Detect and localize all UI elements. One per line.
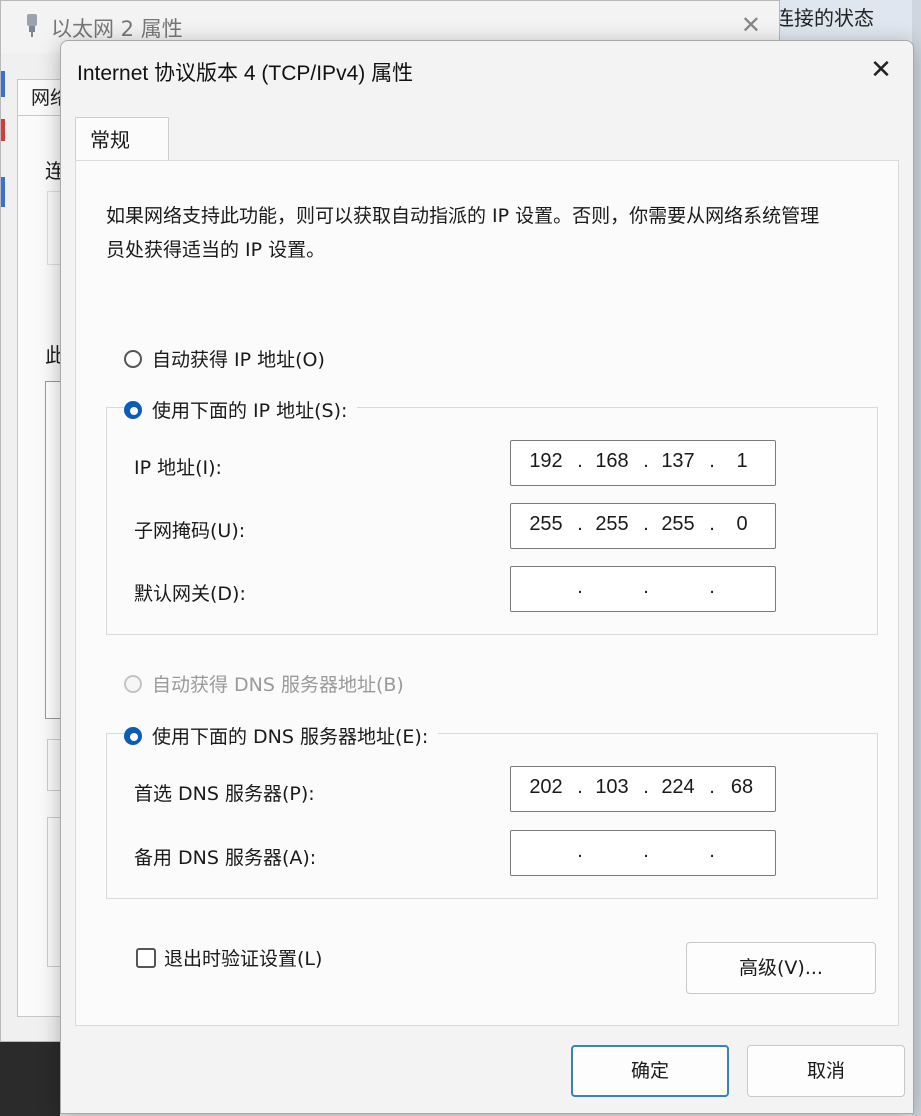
ip-octet-1[interactable]: 192: [521, 450, 571, 473]
alternate-dns-label: 备用 DNS 服务器(A):: [134, 847, 317, 869]
preferred-dns-field[interactable]: 202 . 103 . 224 . 68: [510, 766, 776, 812]
ip-octet-4[interactable]: 1: [717, 450, 767, 473]
close-icon[interactable]: ✕: [741, 11, 761, 39]
close-icon[interactable]: ✕: [863, 53, 899, 89]
octet-separator: .: [577, 840, 583, 862]
manual-dns-radio[interactable]: [124, 726, 142, 745]
default-gateway-label: 默认网关(D):: [134, 583, 246, 605]
octet-separator: .: [709, 840, 715, 862]
cancel-button[interactable]: 取消: [747, 1045, 905, 1097]
octet-separator: .: [577, 576, 583, 598]
auto-ip-label: 自动获得 IP 地址(O): [152, 349, 325, 371]
octet-separator: .: [643, 776, 649, 798]
octet-separator: .: [709, 776, 715, 798]
octet-separator: .: [709, 450, 715, 472]
tab-general[interactable]: 常规: [75, 117, 169, 161]
auto-dns-radio-option: 自动获得 DNS 服务器地址(B): [124, 670, 414, 697]
octet-separator: .: [577, 450, 583, 472]
ip-octet-3[interactable]: 137: [653, 450, 703, 473]
description-text: 如果网络支持此功能，则可以获取自动指派的 IP 设置。否则，你需要从网络系统管理…: [106, 205, 820, 261]
auto-ip-radio[interactable]: [124, 349, 142, 368]
octet-separator: .: [577, 776, 583, 798]
subnet-mask-label: 子网掩码(U):: [134, 520, 246, 542]
ip-address-label: IP 地址(I):: [134, 457, 222, 479]
auto-ip-radio-option[interactable]: 自动获得 IP 地址(O): [124, 345, 335, 372]
left-accent-blue: [1, 71, 5, 97]
general-tab-content: 如果网络支持此功能，则可以获取自动指派的 IP 设置。否则，你需要从网络系统管理…: [75, 160, 899, 1026]
manual-ip-radio-option[interactable]: 使用下面的 IP 地址(S):: [124, 396, 358, 423]
octet-separator: .: [643, 576, 649, 598]
octet-separator: .: [643, 450, 649, 472]
preferred-dns-label: 首选 DNS 服务器(P):: [134, 783, 315, 805]
default-gateway-field[interactable]: . . .: [510, 566, 776, 612]
manual-ip-radio[interactable]: [124, 400, 142, 419]
ip-address-field[interactable]: 192 . 168 . 137 . 1: [510, 440, 776, 486]
pdns-octet-4[interactable]: 68: [717, 776, 767, 799]
validate-settings-label: 退出时验证设置(L): [164, 948, 323, 970]
left-accent-blue-2: [1, 177, 5, 207]
manual-ip-label: 使用下面的 IP 地址(S):: [152, 400, 348, 422]
mask-octet-3[interactable]: 255: [653, 513, 703, 536]
pdns-octet-3[interactable]: 224: [653, 776, 703, 799]
ip-octet-2[interactable]: 168: [587, 450, 637, 473]
background-window-status-text: 连接的状态: [774, 6, 874, 30]
ok-button[interactable]: 确定: [571, 1045, 729, 1097]
validate-settings-checkbox[interactable]: [136, 947, 156, 968]
advanced-button[interactable]: 高级(V)...: [686, 942, 876, 994]
alternate-dns-field[interactable]: . . .: [510, 830, 776, 876]
mask-octet-4[interactable]: 0: [717, 513, 767, 536]
manual-dns-radio-option[interactable]: 使用下面的 DNS 服务器地址(E):: [124, 722, 439, 749]
octet-separator: .: [577, 513, 583, 535]
auto-dns-label: 自动获得 DNS 服务器地址(B): [152, 674, 404, 696]
network-adapter-icon: [27, 14, 37, 37]
dialog-title: Internet 协议版本 4 (TCP/IPv4) 属性: [77, 62, 414, 85]
manual-dns-label: 使用下面的 DNS 服务器地址(E):: [152, 726, 429, 748]
mask-octet-1[interactable]: 255: [521, 513, 571, 536]
octet-separator: .: [709, 513, 715, 535]
octet-separator: .: [709, 576, 715, 598]
octet-separator: .: [643, 840, 649, 862]
ethernet-properties-title: 以太网 2 属性: [51, 17, 183, 41]
pdns-octet-1[interactable]: 202: [521, 776, 571, 799]
pdns-octet-2[interactable]: 103: [587, 776, 637, 799]
validate-settings-option[interactable]: 退出时验证设置(L): [136, 944, 322, 971]
octet-separator: .: [643, 513, 649, 535]
mask-octet-2[interactable]: 255: [587, 513, 637, 536]
subnet-mask-field[interactable]: 255 . 255 . 255 . 0: [510, 503, 776, 549]
left-accent-red: [1, 119, 5, 141]
auto-dns-radio: [124, 674, 142, 693]
ipv4-properties-dialog: Internet 协议版本 4 (TCP/IPv4) 属性 ✕ 常规 如果网络支…: [60, 40, 914, 1114]
